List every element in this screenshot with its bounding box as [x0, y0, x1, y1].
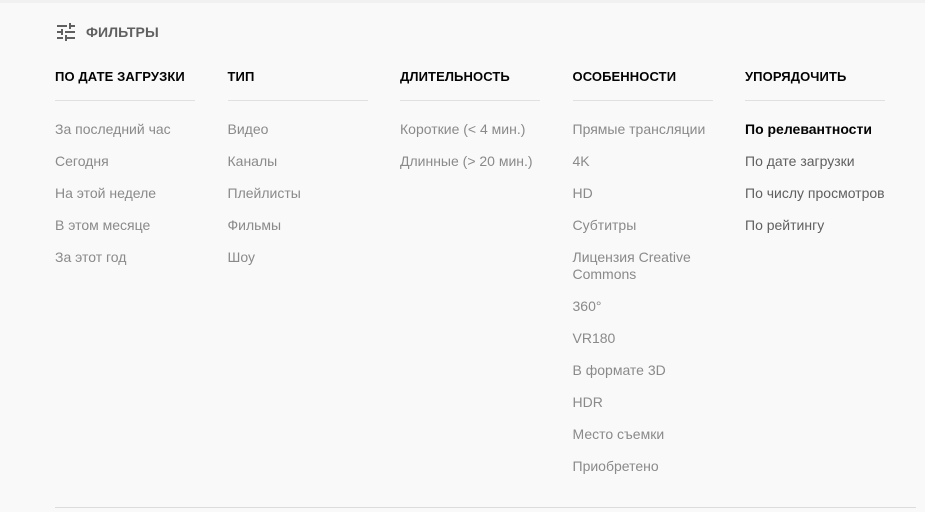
- filter-option-hdr[interactable]: HDR: [573, 394, 713, 411]
- filter-option-movies[interactable]: Фильмы: [228, 217, 368, 234]
- group-header: ОСОБЕННОСТИ: [572, 69, 677, 84]
- bottom-divider: [55, 507, 916, 508]
- group-header: ПО ДАТЕ ЗАГРУЗКИ: [55, 69, 185, 84]
- filter-option-creative-commons[interactable]: Лицензия Creative Commons: [573, 249, 713, 283]
- sort-option-rating[interactable]: По рейтингу: [745, 217, 885, 234]
- filter-option-long[interactable]: Длинные (> 20 мин.): [400, 153, 540, 170]
- group-divider: [400, 100, 540, 101]
- sort-option-relevance[interactable]: По релевантности: [745, 121, 885, 138]
- filter-option-vr180[interactable]: VR180: [573, 330, 713, 347]
- filter-option-location[interactable]: Место съемки: [573, 426, 713, 443]
- filter-option-channels[interactable]: Каналы: [228, 153, 368, 170]
- group-divider: [55, 100, 195, 101]
- filter-options: За последний час Сегодня На этой неделе …: [55, 121, 195, 266]
- filters-toggle-button[interactable]: ФИЛЬТРЫ: [54, 20, 159, 44]
- filter-option-subtitles[interactable]: Субтитры: [573, 217, 713, 234]
- filter-option-purchased[interactable]: Приобретено: [573, 458, 713, 475]
- filter-option-360[interactable]: 360°: [573, 298, 713, 315]
- filter-options: Прямые трансляции 4K HD Субтитры Лицензи…: [573, 121, 713, 475]
- tune-icon: [57, 23, 75, 41]
- filter-option-hd[interactable]: HD: [573, 185, 713, 202]
- group-divider: [572, 100, 713, 101]
- filter-groups: ПО ДАТЕ ЗАГРУЗКИ За последний час Сегодн…: [55, 69, 918, 490]
- filter-group-type: ТИП Видео Каналы Плейлисты Фильмы Шоу: [227, 69, 368, 490]
- filter-option-video[interactable]: Видео: [228, 121, 368, 138]
- group-header: УПОРЯДОЧИТЬ: [745, 69, 847, 84]
- filter-group-upload-date: ПО ДАТЕ ЗАГРУЗКИ За последний час Сегодн…: [55, 69, 195, 490]
- group-divider: [745, 100, 885, 101]
- filter-options: Короткие (< 4 мин.) Длинные (> 20 мин.): [400, 121, 540, 170]
- sort-option-view-count[interactable]: По числу просмотров: [745, 185, 885, 202]
- filter-group-sort-by: УПОРЯДОЧИТЬ По релевантности По дате заг…: [745, 69, 885, 490]
- group-header: ТИП: [227, 69, 255, 84]
- filter-option-this-week[interactable]: На этой неделе: [55, 185, 195, 202]
- filter-option-3d[interactable]: В формате 3D: [573, 362, 713, 379]
- group-divider: [227, 100, 368, 101]
- filter-option-last-hour[interactable]: За последний час: [55, 121, 195, 138]
- filter-option-this-year[interactable]: За этот год: [55, 249, 195, 266]
- filter-option-short[interactable]: Короткие (< 4 мин.): [400, 121, 540, 138]
- top-edge: [0, 0, 925, 3]
- group-header: ДЛИТЕЛЬНОСТЬ: [400, 69, 510, 84]
- filter-group-features: ОСОБЕННОСТИ Прямые трансляции 4K HD Субт…: [572, 69, 713, 490]
- filter-option-live[interactable]: Прямые трансляции: [573, 121, 713, 138]
- filter-group-duration: ДЛИТЕЛЬНОСТЬ Короткие (< 4 мин.) Длинные…: [400, 69, 540, 490]
- sort-options: По релевантности По дате загрузки По чис…: [745, 121, 885, 234]
- filter-option-today[interactable]: Сегодня: [55, 153, 195, 170]
- filter-option-this-month[interactable]: В этом месяце: [55, 217, 195, 234]
- sort-option-upload-date[interactable]: По дате загрузки: [745, 153, 885, 170]
- filter-option-shows[interactable]: Шоу: [228, 249, 368, 266]
- filter-options: Видео Каналы Плейлисты Фильмы Шоу: [228, 121, 368, 266]
- filter-option-playlists[interactable]: Плейлисты: [228, 185, 368, 202]
- filters-label: ФИЛЬТРЫ: [86, 24, 159, 40]
- filter-option-4k[interactable]: 4K: [573, 153, 713, 170]
